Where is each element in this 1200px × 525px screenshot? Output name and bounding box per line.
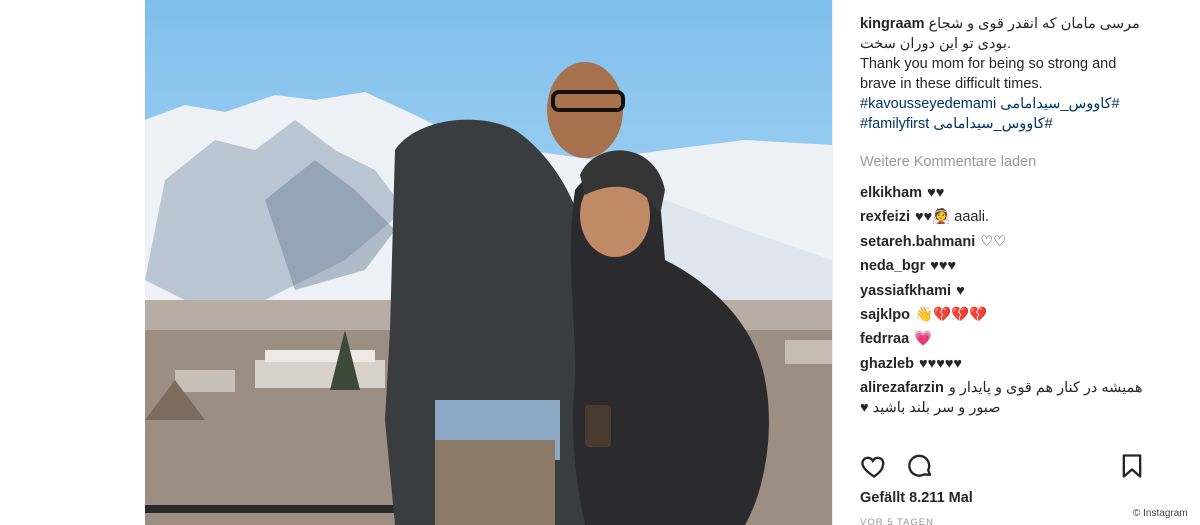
comment-list: elkikham ♥♥ rexfeizi ♥♥👰 aaali. setareh.ba… [860, 183, 1145, 422]
comment-item: neda_bgr ♥♥♥ [860, 256, 1145, 280]
comment-text: 💗 [914, 331, 933, 348]
load-more-comments-link[interactable]: Weitere Kommentare laden [860, 154, 1036, 170]
image-credit: © Instagram [1133, 508, 1188, 519]
hashtag-familyfirst[interactable]: #familyfirst [860, 116, 929, 132]
bookmark-icon[interactable] [1118, 452, 1145, 480]
heart-outline-icon[interactable] [860, 452, 888, 480]
post-photo[interactable] [145, 0, 832, 525]
comment-username[interactable]: elkikham [860, 185, 922, 201]
comment-text: ♥ [956, 282, 965, 299]
comment-text: ♥♥ [927, 185, 945, 201]
comment-item: elkikham ♥♥ [860, 183, 1145, 207]
post-caption: kingraam مرسی مامان که انقدر قوی و شجاع … [860, 14, 1140, 134]
comment-item: setareh.bahmani ♡♡ [860, 232, 1145, 256]
comment-item: fedrraa 💗 [860, 329, 1145, 353]
caption-text-en: Thank you mom for being so strong and br… [860, 56, 1117, 92]
right-margin [1145, 0, 1200, 525]
comment-item: rexfeizi ♥♥👰 aaali. [860, 207, 1145, 231]
post-timestamp: VOR 5 TAGEN [860, 517, 934, 525]
comment-text: ♥♥♥ [930, 258, 957, 275]
comment-username[interactable]: neda_bgr [860, 258, 925, 274]
speech-bubble-icon[interactable] [906, 452, 934, 480]
left-margin [0, 0, 145, 525]
comment-username[interactable]: yassiafkhami [860, 283, 951, 299]
comment-text: ♥♥👰 aaali. [914, 209, 989, 226]
comment-username[interactable]: rexfeizi [860, 209, 910, 225]
comment-username[interactable]: setareh.bahmani [860, 234, 975, 250]
comment-text: 👋💔💔💔 [914, 306, 988, 323]
comment-username[interactable]: ghazleb [860, 356, 914, 372]
post-side-panel: kingraam مرسی مامان که انقدر قوی و شجاع … [832, 0, 1145, 525]
comment-text: ♡♡ [980, 233, 1007, 250]
caption-username[interactable]: kingraam [860, 16, 924, 32]
comment-username[interactable]: fedrraa [860, 331, 909, 347]
post-actions [860, 452, 1145, 482]
comment-item: sajklpo 👋💔💔💔 [860, 305, 1145, 329]
comment-text: ♥♥♥♥♥ [918, 355, 963, 372]
comment-username[interactable]: alirezafarzin [860, 380, 944, 396]
comment-item: ghazleb ♥♥♥♥♥ [860, 354, 1145, 378]
hashtag-fa-1[interactable]: #کاووس_سیدامامی [1000, 96, 1119, 112]
photo-scene [145, 0, 832, 525]
hashtag-fa-2[interactable]: #کاووس_سیدامامی [933, 116, 1052, 132]
like-count[interactable]: Gefällt 8.211 Mal [860, 490, 973, 506]
hashtag-kavousseyedemami[interactable]: #kavousseyedemami [860, 96, 996, 112]
comment-item: yassiafkhami ♥ [860, 281, 1145, 305]
comment-username[interactable]: sajklpo [860, 307, 910, 323]
comment-item: alirezafarzin همیشه در کنار هم قوی و پاید… [860, 378, 1145, 422]
